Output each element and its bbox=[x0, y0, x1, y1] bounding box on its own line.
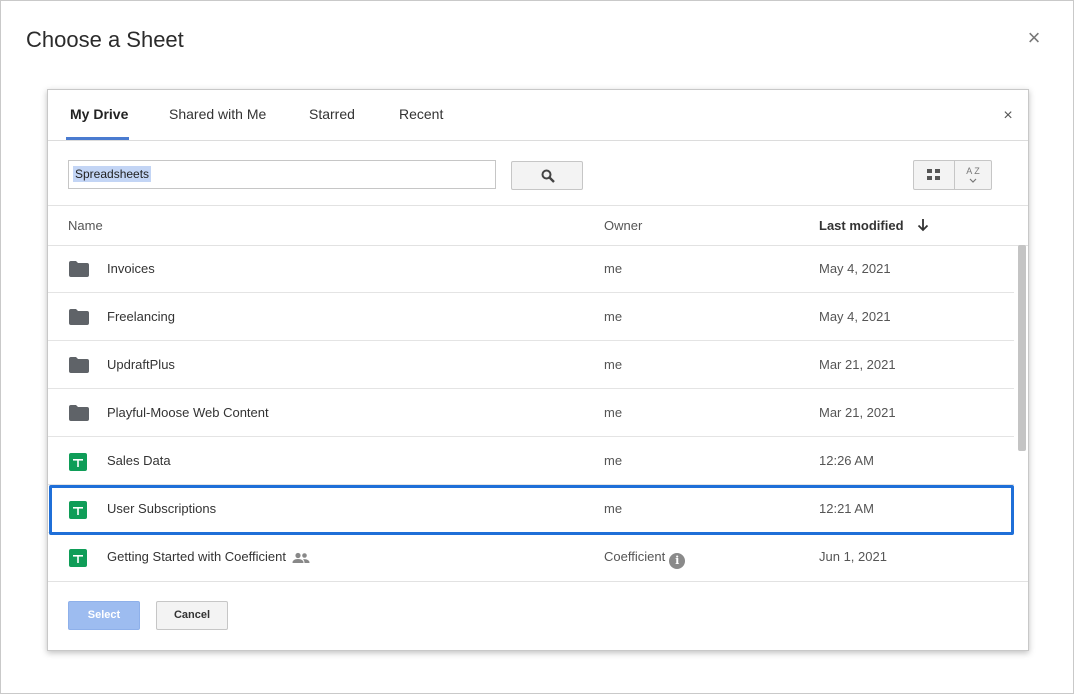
list-scrollbar[interactable] bbox=[1018, 245, 1026, 451]
table-row[interactable]: UpdraftPlus me Mar 21, 2021 bbox=[48, 341, 1014, 389]
row-modified: 12:26 AM bbox=[819, 453, 874, 468]
row-owner: me bbox=[604, 309, 623, 324]
dialog-close-icon[interactable]: × bbox=[1023, 27, 1045, 49]
tab-bar: My Drive Shared with Me Starred Recent × bbox=[48, 90, 1028, 141]
column-header-owner[interactable]: Owner bbox=[604, 218, 642, 233]
row-owner: me bbox=[604, 453, 623, 468]
folder-icon bbox=[69, 405, 89, 421]
tab-recent[interactable]: Recent bbox=[399, 90, 443, 141]
tab-starred[interactable]: Starred bbox=[309, 90, 355, 141]
grid-view-icon bbox=[927, 169, 940, 180]
sort-down-arrow-icon bbox=[918, 219, 929, 232]
sort-button[interactable]: A Z bbox=[954, 160, 992, 190]
row-name: Sales Data bbox=[107, 453, 171, 468]
search-icon bbox=[541, 169, 555, 183]
footer-divider bbox=[48, 581, 1028, 582]
folder-icon bbox=[69, 261, 89, 277]
choose-sheet-dialog: Choose a Sheet × My Drive Shared with Me… bbox=[0, 0, 1074, 694]
search-input-value: Spreadsheets bbox=[73, 166, 152, 182]
folder-icon bbox=[69, 357, 89, 373]
sort-az-icon: A Z bbox=[966, 166, 980, 176]
row-name: Getting Started with Coefficient bbox=[107, 549, 310, 564]
column-header-last-modified[interactable]: Last modified bbox=[819, 218, 929, 233]
search-button[interactable] bbox=[511, 161, 583, 190]
column-header-last-modified-label: Last modified bbox=[819, 218, 904, 233]
row-modified: May 4, 2021 bbox=[819, 261, 891, 276]
row-owner: me bbox=[604, 261, 623, 276]
grid-view-button[interactable] bbox=[913, 160, 955, 190]
picker-close-icon[interactable]: × bbox=[1000, 108, 1016, 124]
row-name: User Subscriptions bbox=[107, 501, 217, 516]
active-tab-indicator bbox=[66, 137, 129, 140]
table-row[interactable]: Invoices me May 4, 2021 bbox=[48, 245, 1014, 293]
row-name-text: Getting Started with Coefficient bbox=[107, 549, 286, 564]
row-owner: me bbox=[604, 405, 623, 420]
tab-my-drive[interactable]: My Drive bbox=[70, 90, 128, 141]
row-owner-text: Coefficient bbox=[604, 549, 666, 564]
table-row[interactable]: Playful-Moose Web Content me Mar 21, 202… bbox=[48, 389, 1014, 437]
row-owner: me bbox=[604, 357, 623, 372]
row-owner: me bbox=[604, 501, 623, 516]
row-owner: Coefficient i bbox=[604, 549, 686, 569]
tab-shared-with-me[interactable]: Shared with Me bbox=[169, 90, 266, 141]
row-name: UpdraftPlus bbox=[107, 357, 175, 372]
google-sheets-icon bbox=[69, 549, 87, 567]
google-sheets-icon bbox=[69, 453, 87, 471]
google-sheets-icon bbox=[69, 501, 87, 519]
row-modified: Mar 21, 2021 bbox=[819, 357, 896, 372]
file-picker: My Drive Shared with Me Starred Recent ×… bbox=[47, 89, 1029, 651]
info-icon[interactable]: i bbox=[669, 553, 686, 569]
row-name: Invoices bbox=[107, 261, 155, 276]
dialog-title: Choose a Sheet bbox=[26, 27, 184, 52]
folder-icon bbox=[69, 309, 89, 325]
shared-people-icon bbox=[292, 552, 310, 563]
search-input[interactable]: Spreadsheets bbox=[68, 160, 496, 189]
row-name: Playful-Moose Web Content bbox=[107, 405, 269, 420]
row-modified: Mar 21, 2021 bbox=[819, 405, 896, 420]
table-row[interactable]: Getting Started with Coefficient Coeffic… bbox=[48, 533, 1014, 581]
cancel-button[interactable]: Cancel bbox=[156, 601, 228, 630]
table-row-selected[interactable]: User Subscriptions me 12:21 AM bbox=[48, 485, 1014, 533]
row-modified: 12:21 AM bbox=[819, 501, 874, 516]
table-row[interactable]: Sales Data me 12:26 AM bbox=[48, 437, 1014, 485]
toolbar-divider bbox=[48, 205, 1028, 206]
row-name: Freelancing bbox=[107, 309, 175, 324]
row-modified: Jun 1, 2021 bbox=[819, 549, 887, 564]
row-modified: May 4, 2021 bbox=[819, 309, 891, 324]
table-row[interactable]: Freelancing me May 4, 2021 bbox=[48, 293, 1014, 341]
column-header-name[interactable]: Name bbox=[68, 218, 103, 233]
select-button[interactable]: Select bbox=[68, 601, 140, 630]
